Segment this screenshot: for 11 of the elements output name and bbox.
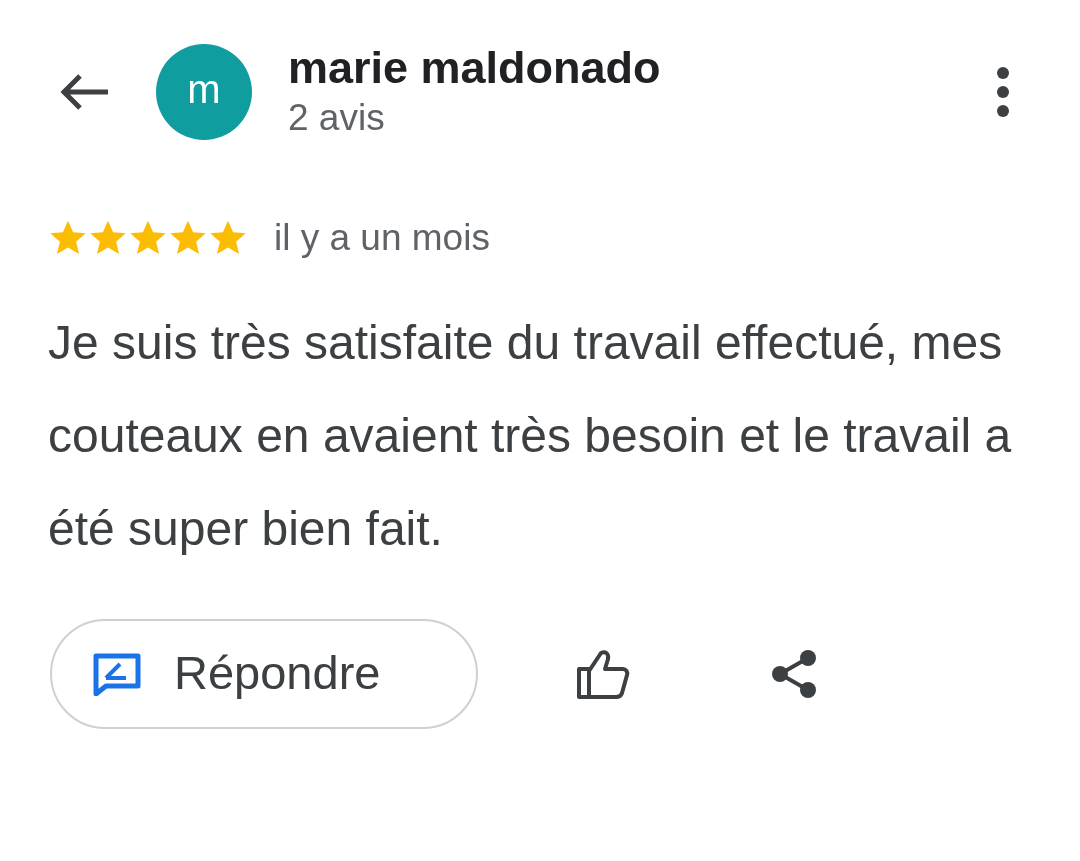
review-count: 2 avis [288, 96, 386, 140]
thumbs-up-icon[interactable] [576, 648, 630, 699]
reply-button[interactable]: Répondre [50, 618, 478, 729]
reply-icon [92, 651, 142, 696]
review-text: Je suis très satisfaite du travail effectué, mes couteaux en avaient très besoin et le travail a été super bien fait. [48, 314, 1013, 557]
reviewer-name: marie maldonado [288, 42, 662, 94]
more-icon[interactable] [996, 67, 1010, 117]
avatar: m [156, 44, 252, 140]
review-time: il y a un mois [274, 216, 490, 260]
share-icon[interactable] [770, 648, 818, 699]
back-icon[interactable] [58, 72, 110, 112]
